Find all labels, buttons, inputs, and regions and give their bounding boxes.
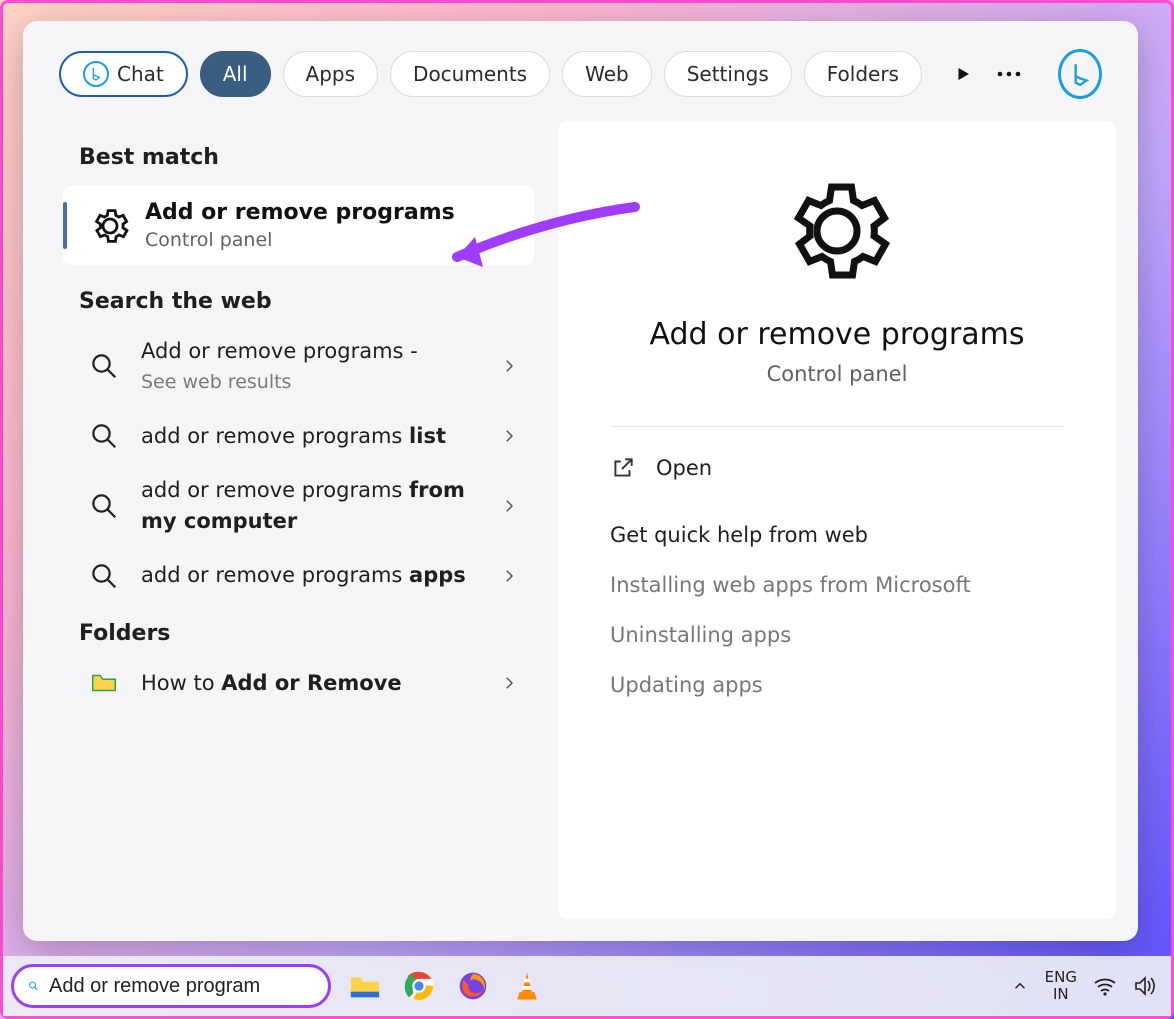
search-icon xyxy=(28,975,39,997)
web-result-1[interactable]: add or remove programs list xyxy=(23,409,548,463)
language-indicator[interactable]: ENG IN xyxy=(1045,969,1077,1004)
wifi-icon[interactable] xyxy=(1093,976,1117,996)
volume-icon[interactable] xyxy=(1133,975,1157,997)
help-header: Get quick help from web xyxy=(610,523,868,547)
best-match-result[interactable]: Add or remove programs Control panel xyxy=(63,186,534,265)
taskbar: ENG IN xyxy=(3,956,1171,1016)
firefox-icon[interactable] xyxy=(453,966,493,1006)
tab-apps[interactable]: Apps xyxy=(283,51,379,97)
details-title: Add or remove programs xyxy=(650,317,1025,352)
overflow-play-icon[interactable] xyxy=(946,54,980,94)
web-result-0[interactable]: Add or remove programs - See web results xyxy=(23,324,548,409)
filter-tabs-row: Chat All Apps Documents Web Settings Fol… xyxy=(23,21,1138,121)
details-subtitle: Control panel xyxy=(767,362,908,386)
best-match-title: Add or remove programs xyxy=(145,200,455,225)
section-search-web: Search the web xyxy=(23,271,548,324)
divider xyxy=(610,426,1064,427)
chevron-right-icon xyxy=(500,357,518,375)
open-action[interactable]: Open xyxy=(610,455,712,481)
help-link-1[interactable]: Uninstalling apps xyxy=(610,623,791,647)
vlc-icon[interactable] xyxy=(507,966,547,1006)
tab-web[interactable]: Web xyxy=(562,51,652,97)
chat-label: Chat xyxy=(117,62,164,86)
chevron-up-icon[interactable] xyxy=(1011,977,1029,995)
details-pane: Add or remove programs Control panel Ope… xyxy=(558,121,1116,919)
tab-documents[interactable]: Documents xyxy=(390,51,550,97)
search-icon xyxy=(89,561,119,591)
section-best-match: Best match xyxy=(23,127,548,180)
chat-tab[interactable]: Chat xyxy=(59,51,188,97)
more-options-icon[interactable] xyxy=(992,54,1026,94)
help-link-0[interactable]: Installing web apps from Microsoft xyxy=(610,573,971,597)
system-tray: ENG IN xyxy=(1011,969,1157,1004)
chevron-right-icon xyxy=(500,427,518,445)
web-result-3[interactable]: add or remove programs apps xyxy=(23,548,548,602)
tab-all[interactable]: All xyxy=(200,51,271,97)
bing-icon[interactable] xyxy=(1058,49,1102,99)
results-list: Best match Add or remove programs Contro… xyxy=(23,121,548,941)
file-explorer-icon[interactable] xyxy=(345,966,385,1006)
gear-icon xyxy=(777,171,897,291)
help-link-2[interactable]: Updating apps xyxy=(610,673,763,697)
chevron-right-icon xyxy=(500,497,518,515)
folder-icon xyxy=(89,668,119,698)
best-match-subtitle: Control panel xyxy=(145,229,455,251)
search-results-panel: Chat All Apps Documents Web Settings Fol… xyxy=(23,21,1138,941)
tab-settings[interactable]: Settings xyxy=(664,51,792,97)
taskbar-search-box[interactable] xyxy=(11,964,331,1008)
folder-result-0[interactable]: How to Add or Remove xyxy=(23,656,548,710)
chrome-icon[interactable] xyxy=(399,966,439,1006)
section-folders: Folders xyxy=(23,603,548,656)
search-icon xyxy=(89,351,119,381)
search-icon xyxy=(89,491,119,521)
chevron-right-icon xyxy=(500,674,518,692)
bing-chat-icon xyxy=(83,61,109,87)
web-result-2[interactable]: add or remove programs from my computer xyxy=(23,463,548,548)
taskbar-search-input[interactable] xyxy=(49,975,314,998)
open-external-icon xyxy=(610,455,636,481)
gear-icon xyxy=(89,205,131,247)
chevron-right-icon xyxy=(500,567,518,585)
tab-folders[interactable]: Folders xyxy=(804,51,922,97)
search-icon xyxy=(89,421,119,451)
